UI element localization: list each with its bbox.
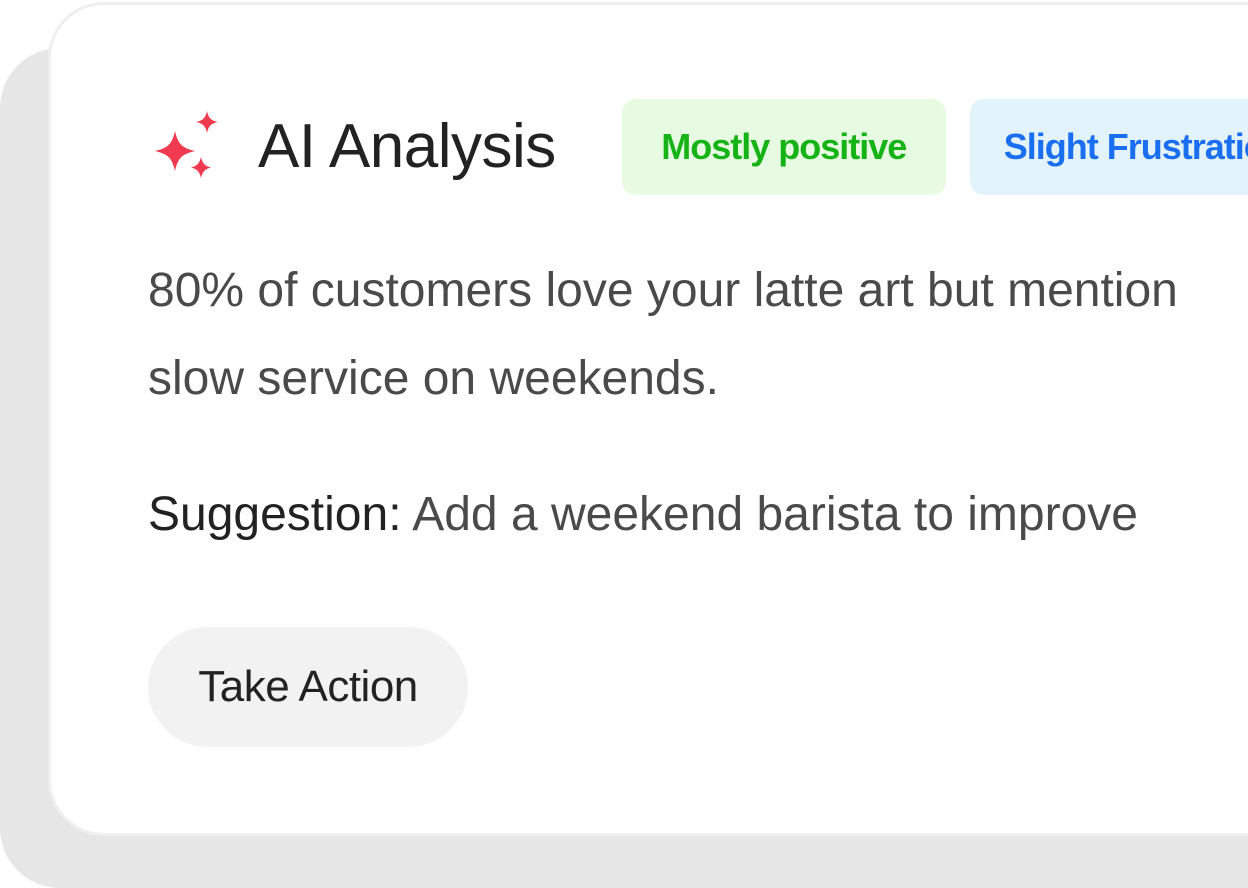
sentiment-badge-frustration: Slight Frustration [969, 99, 1248, 195]
suggestion: Suggestion: Add a weekend barista to imp… [148, 475, 1138, 555]
sparkles-icon [148, 109, 224, 185]
card-header: AI Analysis Mostly positive Slight Frust… [148, 99, 1248, 195]
suggestion-label: Suggestion: [148, 488, 402, 541]
suggestion-text: Add a weekend barista to improve [401, 488, 1138, 541]
ai-analysis-card: AI Analysis Mostly positive Slight Frust… [48, 2, 1248, 836]
analysis-summary: 80% of customers love your latte art but… [148, 247, 1248, 423]
take-action-button[interactable]: Take Action [148, 627, 468, 747]
stage: AI Analysis Mostly positive Slight Frust… [0, 0, 1248, 888]
summary-line: slow service on weekends. [148, 352, 719, 405]
card-title: AI Analysis [258, 112, 556, 181]
summary-line: 80% of customers love your latte art but… [148, 264, 1178, 317]
sentiment-badge-positive: Mostly positive [621, 99, 946, 195]
